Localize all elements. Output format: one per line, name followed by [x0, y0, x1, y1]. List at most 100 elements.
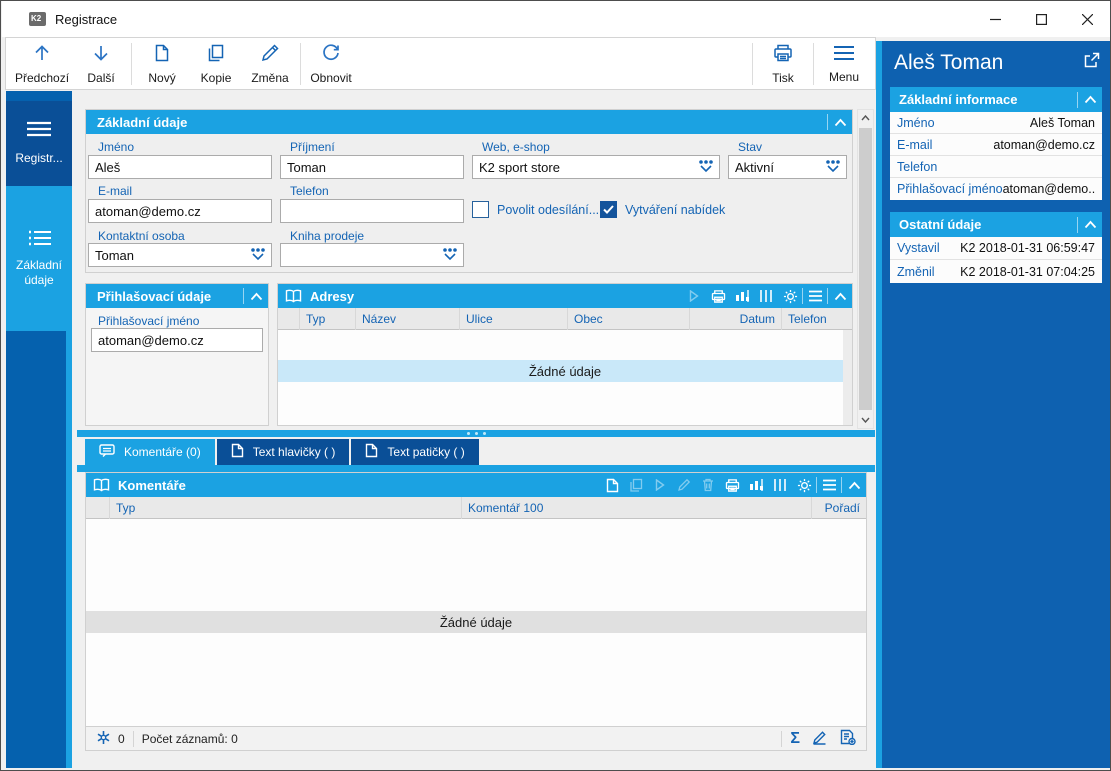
- comments-panel-header: Komentáře: [86, 473, 866, 497]
- sidebar-item-zakladni-udaje[interactable]: Základní údaje: [6, 186, 72, 331]
- collapse-panel-button[interactable]: [842, 473, 866, 497]
- collapse-panel-button[interactable]: [244, 284, 268, 308]
- basic-info-section: Základní informace Jméno Aleš Toman E-ma…: [890, 87, 1102, 200]
- collapse-panel-button[interactable]: [828, 110, 852, 134]
- prihlasovaci-jmeno-input[interactable]: [91, 328, 263, 352]
- sidebar-item-registr[interactable]: Registr...: [6, 101, 72, 186]
- hamburger-icon: [832, 44, 856, 67]
- edit-record-icon[interactable]: [672, 473, 696, 497]
- copy-icon: [206, 43, 226, 68]
- book-icon: [93, 478, 110, 492]
- close-button[interactable]: [1064, 1, 1110, 37]
- kniha-prodeje-combo[interactable]: [280, 243, 464, 267]
- window-title: Registrace: [55, 12, 117, 27]
- open-external-icon[interactable]: [1083, 51, 1100, 75]
- vytvareni-nabidek-checkbox-row[interactable]: Vytváření nabídek: [600, 201, 725, 218]
- column-header-poradi[interactable]: Pořadí: [812, 497, 866, 519]
- add-document-icon[interactable]: [839, 729, 856, 748]
- povolit-odesilani-checkbox-row[interactable]: Povolit odesílání...: [472, 201, 599, 218]
- scroll-down-icon[interactable]: [858, 412, 873, 428]
- minimize-button[interactable]: [972, 1, 1018, 37]
- next-button[interactable]: Další: [74, 40, 128, 87]
- run-icon[interactable]: [648, 473, 672, 497]
- comments-panel: Komentáře: [85, 472, 867, 751]
- telefon-input[interactable]: [280, 199, 464, 223]
- other-data-section-header: Ostatní údaje: [890, 212, 1102, 237]
- column-header-komentar[interactable]: Komentář 100: [462, 497, 812, 519]
- jmeno-input[interactable]: [88, 155, 272, 179]
- edit-pencil-icon[interactable]: [812, 730, 827, 748]
- tab-komentare[interactable]: Komentáře (0): [85, 439, 215, 465]
- collapse-panel-button[interactable]: [828, 284, 852, 308]
- field-label-prijmeni: Příjmení: [290, 140, 335, 154]
- scrollbar-thumb[interactable]: [859, 128, 872, 410]
- addresses-table-body: Žádné údaje: [278, 330, 852, 425]
- speech-bubble-icon: [99, 444, 115, 461]
- kontaktni-osoba-combo[interactable]: [88, 243, 272, 267]
- checkbox-checked-icon[interactable]: [600, 201, 617, 218]
- print-icon[interactable]: [720, 473, 744, 497]
- collapse-section-button[interactable]: [1078, 213, 1102, 237]
- print-icon[interactable]: [706, 284, 730, 308]
- title-bar: Registrace: [2, 1, 1110, 37]
- addresses-empty-row[interactable]: Žádné údaje: [278, 360, 852, 382]
- toolbar-separator: [813, 43, 814, 85]
- login-panel-header: Přihlašovací údaje: [86, 284, 268, 308]
- stav-combo[interactable]: [728, 155, 847, 179]
- grid-menu-icon[interactable]: [803, 284, 827, 308]
- vertical-scrollbar[interactable]: [857, 109, 874, 429]
- record-count: Počet záznamů: 0: [142, 732, 238, 746]
- column-header-telefon[interactable]: Telefon: [782, 308, 852, 330]
- comments-empty-row[interactable]: Žádné údaje: [86, 611, 866, 633]
- document-icon: [365, 443, 378, 461]
- change-button[interactable]: Změna: [243, 40, 297, 87]
- info-row: Přihlašovací jméno atoman@demo...: [890, 178, 1102, 200]
- columns-icon[interactable]: [754, 284, 778, 308]
- delete-record-icon[interactable]: [696, 473, 720, 497]
- grid-menu-icon[interactable]: [817, 473, 841, 497]
- copy-record-icon[interactable]: [624, 473, 648, 497]
- tab-accent-band: [77, 465, 875, 472]
- record-title: Aleš Toman: [894, 51, 1003, 75]
- row-selector-column: [278, 308, 300, 330]
- column-header-typ[interactable]: Typ: [300, 308, 356, 330]
- copy-button[interactable]: Kopie: [189, 40, 243, 87]
- document-icon: [231, 443, 244, 461]
- print-button[interactable]: Tisk: [756, 40, 810, 87]
- run-icon[interactable]: [682, 284, 706, 308]
- email-input[interactable]: [88, 199, 272, 223]
- columns-icon[interactable]: [768, 473, 792, 497]
- previous-button[interactable]: Předchozí: [10, 40, 74, 87]
- chart-icon[interactable]: [744, 473, 768, 497]
- checkbox-unchecked-icon[interactable]: [472, 201, 489, 218]
- row-selector-column: [86, 497, 110, 519]
- right-info-panel: Aleš Toman Základní informace Jméno Aleš…: [882, 41, 1110, 768]
- field-label-kontaktni-osoba: Kontaktní osoba: [98, 229, 185, 243]
- tab-text-paticky[interactable]: Text patičky ( ): [351, 439, 478, 465]
- menu-button[interactable]: Menu: [817, 40, 871, 87]
- addresses-scrollbar[interactable]: [843, 330, 852, 425]
- column-header-obec[interactable]: Obec: [568, 308, 690, 330]
- refresh-button[interactable]: Obnovit: [304, 40, 358, 87]
- column-header-ulice[interactable]: Ulice: [460, 308, 568, 330]
- web-eshop-combo[interactable]: [472, 155, 720, 179]
- column-header-datum[interactable]: Datum: [690, 308, 782, 330]
- addresses-panel: Adresy: [277, 283, 853, 426]
- chart-icon[interactable]: [730, 284, 754, 308]
- column-header-nazev[interactable]: Název: [356, 308, 460, 330]
- settings-gear-icon[interactable]: [792, 473, 816, 497]
- sum-sigma-icon[interactable]: Σ: [790, 730, 800, 748]
- info-row: E-mail atoman@demo.cz: [890, 134, 1102, 156]
- addresses-table-header: Typ Název Ulice Obec Datum Telefon: [278, 308, 852, 330]
- collapse-section-button[interactable]: [1078, 88, 1102, 112]
- settings-gear-icon[interactable]: [778, 284, 802, 308]
- horizontal-splitter[interactable]: [77, 430, 875, 437]
- new-button[interactable]: Nový: [135, 40, 189, 87]
- app-logo-icon: [29, 12, 46, 26]
- column-header-typ[interactable]: Typ: [110, 497, 462, 519]
- tab-text-hlavicky[interactable]: Text hlavičky ( ): [217, 439, 350, 465]
- maximize-button[interactable]: [1018, 1, 1064, 37]
- prijmeni-input[interactable]: [280, 155, 464, 179]
- scroll-up-icon[interactable]: [858, 110, 873, 126]
- new-record-icon[interactable]: [600, 473, 624, 497]
